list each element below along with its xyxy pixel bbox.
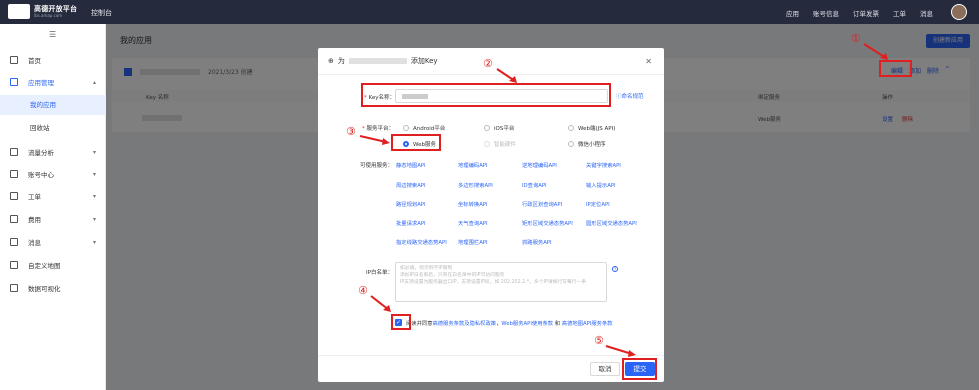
sidebar-item-traffic[interactable]: 流量分析 ▾ [0, 142, 106, 162]
radio-android[interactable]: Android平台 [403, 124, 445, 132]
chevron-up-icon: ▴ [92, 78, 96, 86]
sidebar: ☰ 首页 应用管理 ▴ 我的应用 回收站 流量分析 ▾ 账号中心 ▾ 工单 ▾ 费用 ▾ … [0, 24, 106, 390]
sidebar-item-fees[interactable]: 费用 ▾ [0, 209, 106, 229]
service-item: 地理围栏API [458, 240, 488, 246]
service-item: 抓路服务API [522, 240, 552, 246]
service-item: 周边搜索API [396, 183, 426, 189]
terms-link-2[interactable]: Web服务API使用条款 [501, 321, 553, 327]
chevron-down-icon: ▾ [92, 170, 96, 178]
service-item: 地理编码API [458, 163, 488, 169]
service-item: IP定位API [586, 202, 610, 208]
visual-icon [10, 284, 18, 292]
service-item: ID查询API [522, 183, 547, 189]
annotation-4: ④ [358, 284, 368, 297]
avatar[interactable] [951, 4, 967, 20]
service-item: 矩形区域交通态势API [522, 221, 573, 227]
sidebar-item-messages[interactable]: 消息 ▾ [0, 232, 106, 252]
close-icon[interactable]: ✕ [645, 57, 652, 66]
user-icon [10, 170, 18, 178]
service-item: 行政区划查询API [522, 202, 563, 208]
sidebar-item-account[interactable]: 账号中心 ▾ [0, 164, 106, 184]
divider [318, 74, 664, 75]
sidebar-item-tickets[interactable]: 工单 ▾ [0, 186, 106, 206]
chevron-down-icon: ▾ [92, 148, 96, 156]
annotation-arrow-4 [370, 295, 391, 312]
agree-text: 阅读并同意高德服务条款及隐私权政策，Web服务API使用条款 和 高德地图API… [406, 321, 613, 327]
chart-icon [10, 148, 18, 156]
annotation-1: ① [851, 32, 861, 45]
annotation-5: ⑤ [594, 334, 604, 347]
service-item: 逆地理编码API [522, 163, 557, 169]
terms-link-3[interactable]: 高德地图API服务条款 [562, 321, 613, 327]
service-item: 批量请求API [396, 221, 426, 227]
nav-orders[interactable]: 订单发票 [853, 8, 879, 18]
sidebar-item-home[interactable]: 首页 [0, 50, 106, 70]
service-item: 坐标转换API [458, 202, 488, 208]
annotation-box-web-service [391, 134, 441, 151]
wallet-icon [10, 215, 18, 223]
annotation-2: ② [483, 57, 493, 70]
service-item: 天气查询API [458, 221, 488, 227]
bell-icon [10, 238, 18, 246]
top-nav: 应用 账号信息 订单发票 工单 消息 [786, 8, 933, 18]
console-title: 控制台 [91, 9, 112, 17]
service-item: 关键字搜索API [586, 163, 621, 169]
logo-subtext: lbs.amap.com [34, 13, 63, 18]
services-label: 可使用服务： [360, 163, 394, 169]
sidebar-item-my-apps[interactable]: 我的应用 [0, 95, 106, 115]
annotation-arrow-2 [496, 68, 517, 83]
radio-wechat-miniapp[interactable]: 微信小程序 [568, 140, 606, 148]
cancel-button[interactable]: 取消 [590, 362, 620, 376]
terms-link-1[interactable]: 高德服务条款及隐私权政策 [433, 321, 497, 327]
annotation-box-key-name [361, 83, 611, 107]
chevron-down-icon: ▾ [92, 238, 96, 246]
top-bar: 高德开放平台 lbs.amap.com 控制台 应用 账号信息 订单发票 工单 … [0, 0, 979, 24]
annotation-arrow-3 [359, 135, 390, 145]
map-icon [10, 261, 18, 269]
chevron-down-icon: ▾ [92, 192, 96, 200]
annotation-3: ③ [346, 125, 356, 138]
chevron-down-icon: ▾ [92, 215, 96, 223]
service-item: 圆形区域交通态势API [586, 221, 637, 227]
ip-whitelist-textarea[interactable]: 如必填，则示例不IP限制 添加IP白名单后，只有在白名单中的IP可访问服务 IP… [395, 262, 607, 302]
service-item: 指定线路交通态势API [396, 240, 447, 246]
sidebar-item-app-manage[interactable]: 应用管理 ▴ [0, 72, 106, 92]
menu-toggle-icon[interactable]: ☰ [49, 30, 56, 39]
annotation-box-submit [622, 358, 657, 380]
radio-web-js[interactable]: Web端(JS API) [568, 124, 615, 132]
service-item: 路径规划API [396, 202, 426, 208]
annotation-arrow-1 [863, 43, 888, 60]
ticket-icon [10, 192, 18, 200]
app-name-redacted [348, 58, 407, 64]
radio-ios[interactable]: iOS平台 [484, 124, 514, 132]
annotation-box-checkbox [391, 314, 411, 330]
annotation-arrow-5 [605, 345, 636, 357]
radio-smart-hardware[interactable]: 智能硬件 [484, 140, 516, 148]
ip-whitelist-label: IP白名单： [366, 270, 393, 276]
nav-apps[interactable]: 应用 [786, 8, 799, 18]
grid-icon [10, 78, 18, 86]
nav-messages[interactable]: 消息 [920, 8, 933, 18]
nav-tickets[interactable]: 工单 [893, 8, 906, 18]
modal-title: ⊕ 为 添加Key [328, 57, 438, 65]
naming-rules-link[interactable]: ⓘ命名规范 [616, 92, 644, 100]
home-icon [10, 56, 18, 64]
nav-account[interactable]: 账号信息 [813, 8, 839, 18]
sidebar-item-recycle[interactable]: 回收站 [0, 118, 106, 138]
service-item: 输入提示API [586, 183, 616, 189]
help-icon[interactable]: ? [612, 266, 618, 272]
add-icon: ⊕ [328, 57, 334, 65]
sidebar-item-custom-map[interactable]: 自定义地图 [0, 255, 106, 275]
service-item: 静态地图API [396, 163, 426, 169]
platform-label: * 服务平台： [362, 126, 395, 132]
sidebar-item-data-viz[interactable]: 数据可视化 [0, 278, 106, 298]
service-item: 多边形搜索API [458, 183, 493, 189]
logo-icon [8, 4, 30, 19]
